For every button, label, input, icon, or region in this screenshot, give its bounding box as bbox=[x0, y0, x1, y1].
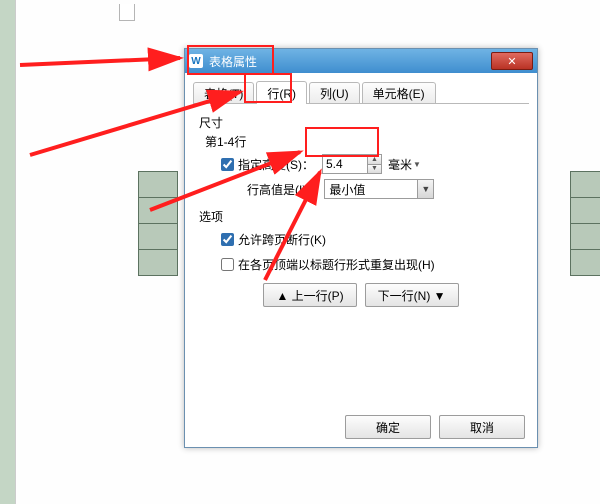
row-height-is-label: 行高值是(I)： bbox=[247, 181, 318, 198]
height-spinner[interactable]: ▲ ▼ bbox=[322, 154, 382, 174]
close-button[interactable]: ✕ bbox=[491, 52, 533, 70]
document-markup-cell bbox=[119, 4, 135, 21]
height-input[interactable] bbox=[323, 156, 367, 172]
tab-strip: 表格(T) 行(R) 列(U) 单元格(E) bbox=[193, 79, 529, 104]
tab-cell[interactable]: 单元格(E) bbox=[362, 82, 436, 103]
repeat-header-label: 在各页顶端以标题行形式重复出现(H) bbox=[238, 256, 435, 273]
table-properties-dialog: W 表格属性 ✕ 表格(T) 行(R) 列(U) 单元格(E) 尺寸 第1-4行… bbox=[184, 48, 538, 448]
dialog-footer: 确定 取消 bbox=[345, 415, 525, 439]
row-panel: 尺寸 第1-4行 指定高度(S)： ▲ ▼ 毫米 ▼ bbox=[185, 104, 537, 307]
tab-column[interactable]: 列(U) bbox=[309, 82, 360, 103]
cancel-button[interactable]: 取消 bbox=[439, 415, 525, 439]
next-row-button[interactable]: 下一行(N) ▼ bbox=[365, 283, 459, 307]
tab-row[interactable]: 行(R) bbox=[256, 81, 307, 104]
tab-table[interactable]: 表格(T) bbox=[193, 82, 254, 103]
size-heading: 尺寸 bbox=[199, 114, 523, 131]
spin-down-icon[interactable]: ▼ bbox=[367, 164, 381, 173]
row-height-is-select[interactable]: 最小值 ▼ bbox=[324, 179, 434, 199]
options-heading: 选项 bbox=[199, 208, 523, 225]
specify-height-label: 指定高度(S)： bbox=[238, 156, 314, 173]
allow-break-label: 允许跨页断行(K) bbox=[238, 231, 326, 248]
chevron-down-icon: ▼ bbox=[413, 160, 421, 169]
spin-up-icon[interactable]: ▲ bbox=[367, 156, 381, 164]
ok-button[interactable]: 确定 bbox=[345, 415, 431, 439]
dialog-titlebar[interactable]: W 表格属性 ✕ bbox=[185, 49, 537, 73]
page-background: W 表格属性 ✕ 表格(T) 行(R) 列(U) 单元格(E) 尺寸 第1-4行… bbox=[0, 0, 600, 504]
row-nav: ▲ 上一行(P) 下一行(N) ▼ bbox=[199, 283, 523, 307]
dialog-title: 表格属性 bbox=[209, 53, 491, 70]
chevron-down-icon[interactable]: ▼ bbox=[417, 180, 433, 198]
close-icon: ✕ bbox=[507, 55, 516, 68]
app-icon: W bbox=[189, 54, 203, 68]
height-unit[interactable]: 毫米 ▼ bbox=[388, 156, 421, 173]
allow-break-checkbox[interactable] bbox=[221, 233, 234, 246]
prev-row-button[interactable]: ▲ 上一行(P) bbox=[263, 283, 356, 307]
row-height-is-value: 最小值 bbox=[325, 181, 417, 198]
row-range: 第1-4行 bbox=[205, 133, 523, 150]
background-table-right bbox=[570, 172, 600, 276]
background-table-left bbox=[138, 172, 178, 276]
specify-height-checkbox[interactable] bbox=[221, 158, 234, 171]
repeat-header-checkbox[interactable] bbox=[221, 258, 234, 271]
